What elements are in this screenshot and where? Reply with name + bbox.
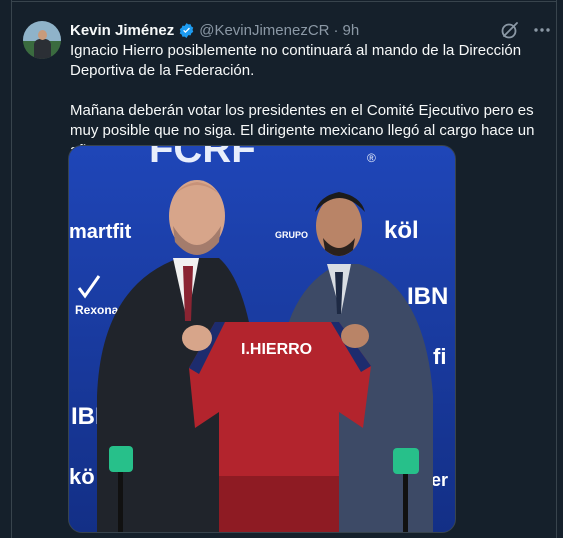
author-avatar[interactable] <box>23 21 61 59</box>
sponsor-right-2: IBN <box>407 283 448 310</box>
author-handle[interactable]: @KevinJimenezCR <box>199 22 329 39</box>
tweet-timestamp[interactable]: 9h <box>343 22 360 39</box>
author-name[interactable]: Kevin Jiménez <box>70 22 174 39</box>
timeline-border-top <box>11 1 557 2</box>
backdrop-registered-mark: ® <box>367 151 376 165</box>
separator-dot: · <box>333 21 339 39</box>
hand-left <box>182 325 212 351</box>
tweet-header: Kevin Jiménez @KevinJimenezCR · 9h <box>70 19 359 41</box>
timeline-border-right <box>556 0 557 538</box>
sponsor-right-3: fi <box>433 344 446 369</box>
sponsor-left-4: kö <box>69 464 95 489</box>
sponsor-left-2: Rexona <box>75 303 119 317</box>
sponsor-mid: GRUPO <box>275 230 308 240</box>
tweet-paragraph-1: Ignacio Hierro posiblemente no continuar… <box>70 42 522 79</box>
more-icon[interactable] <box>532 20 552 40</box>
tweet-photo[interactable]: FCRF ® martfit Rexona IBN kö GRUPO köl I… <box>68 145 456 533</box>
sponsor-right-1: köl <box>384 217 419 244</box>
hand-right <box>341 324 369 348</box>
jersey-name: I.HIERRO <box>241 341 312 358</box>
timeline-border-left <box>11 0 12 538</box>
verified-badge-icon[interactable] <box>178 22 195 39</box>
sponsor-left-1: martfit <box>69 221 132 243</box>
tweet-text: Ignacio Hierro posiblemente no continuar… <box>70 41 540 161</box>
grok-icon[interactable] <box>500 20 520 40</box>
backdrop-top-logo: FCRF <box>149 146 256 171</box>
